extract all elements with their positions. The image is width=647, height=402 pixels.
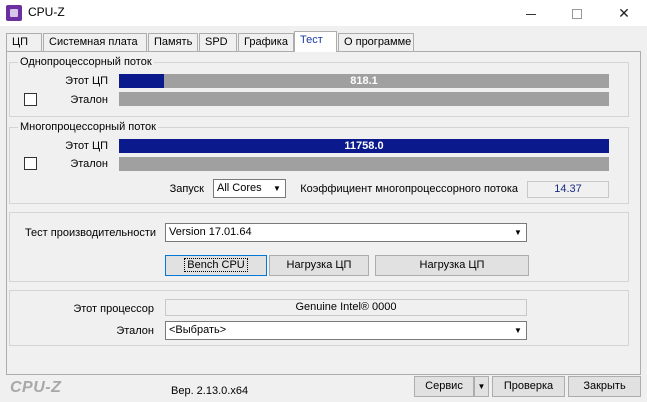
tab-about[interactable]: О программе (338, 33, 414, 51)
multi-thread-title: Многопроцессорный поток (18, 121, 158, 134)
tab-graphics[interactable]: Графика (238, 33, 294, 51)
single-thread-title: Однопроцессорный поток (18, 56, 154, 69)
single-reference-label: Эталон (70, 94, 108, 106)
multi-reference-bar (119, 157, 609, 171)
minimize-icon (526, 13, 536, 15)
stress-cpu-button[interactable]: Нагрузка ЦП (269, 255, 369, 276)
service-dropdown-button[interactable]: ▼ (474, 376, 489, 397)
tab-bench[interactable]: Тест (294, 31, 337, 52)
window-title: CPU-Z (28, 5, 65, 19)
close-button[interactable]: Закрыть (568, 376, 641, 397)
tab-mainboard[interactable]: Системная плата (43, 33, 147, 51)
benchmark-version-value: Version 17.01.64 (169, 226, 252, 238)
chevron-down-icon: ▼ (514, 228, 522, 237)
single-this-cpu-bar: 818.1 (119, 74, 609, 88)
chevron-down-icon: ▼ (273, 184, 281, 193)
maximize-icon (572, 9, 582, 20)
reference-processor-label: Эталон (116, 325, 154, 337)
benchmark-version-select[interactable]: Version 17.01.64 ▼ (165, 223, 527, 242)
benchmark-label: Тест производительности (24, 227, 156, 239)
multi-reference-label: Эталон (70, 158, 108, 170)
reference-processor-value: <Выбрать> (169, 324, 227, 336)
maximize-button[interactable] (554, 0, 600, 26)
bench-cpu-button[interactable]: Bench CPU (165, 255, 267, 276)
this-processor-label: Этот процессор (73, 303, 154, 315)
cpuz-logo: CPU-Z (10, 379, 62, 396)
multi-this-cpu-bar: 11758.0 (119, 139, 609, 153)
ratio-value: 14.37 (527, 181, 609, 198)
version-text: Вер. 2.13.0.x64 (171, 385, 249, 397)
close-icon: ✕ (618, 5, 630, 21)
chevron-down-icon: ▼ (477, 382, 486, 391)
single-reference-bar (119, 92, 609, 106)
bench-cpu-button-label: Bench CPU (184, 258, 248, 272)
service-button[interactable]: Сервис (414, 376, 474, 397)
tab-spd[interactable]: SPD (199, 33, 237, 51)
threads-select[interactable]: All Cores ▼ (213, 179, 286, 198)
multi-this-cpu-score: 11758.0 (344, 140, 384, 152)
single-this-cpu-score: 818.1 (350, 75, 378, 87)
tab-memory[interactable]: Память (148, 33, 198, 51)
threads-label: Запуск (169, 183, 204, 195)
minimize-button[interactable] (508, 0, 554, 26)
cpuz-app-icon (6, 5, 22, 21)
multi-this-cpu-label: Этот ЦП (65, 140, 108, 152)
title-bar: CPU-Z ✕ (0, 0, 647, 26)
stress-cpu-button-2[interactable]: Нагрузка ЦП (375, 255, 529, 276)
validate-button[interactable]: Проверка (492, 376, 565, 397)
this-processor-value: Genuine Intel® 0000 (165, 299, 527, 316)
reference-processor-select[interactable]: <Выбрать> ▼ (165, 321, 527, 340)
ratio-label: Коэффициент многопроцессорного потока (300, 183, 518, 195)
single-thread-group: Однопроцессорный поток (9, 56, 629, 117)
close-window-button[interactable]: ✕ (601, 0, 647, 26)
threads-select-value: All Cores (217, 182, 262, 194)
tab-cpu[interactable]: ЦП (6, 33, 42, 51)
single-this-cpu-label: Этот ЦП (65, 75, 108, 87)
chevron-down-icon: ▼ (514, 326, 522, 335)
